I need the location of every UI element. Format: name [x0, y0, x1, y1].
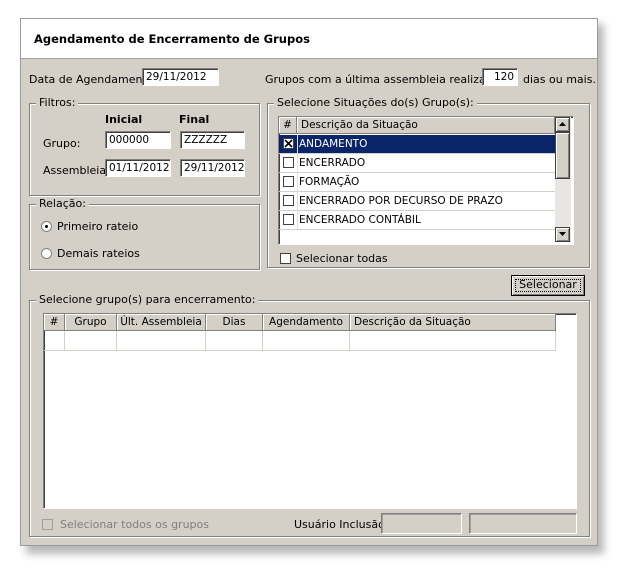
situations-grid: # Descrição da Situação ANDAMENTO ENCERR…: [278, 116, 574, 245]
relation-group: Relação: Primeiro rateio Demais rateios: [29, 197, 260, 270]
dialog-window: Agendamento de Encerramento de Grupos Da…: [20, 18, 598, 546]
situation-row[interactable]: ENCERRADO CONTÁBIL: [279, 211, 555, 230]
filters-group: Filtros: Inicial Final Grupo: 000000 ZZZ…: [29, 96, 260, 196]
situation-checkbox[interactable]: [283, 195, 294, 206]
closure-empty-row[interactable]: [44, 331, 556, 351]
closure-col-group: Grupo: [65, 314, 117, 331]
user-inclusion-date-field: [469, 513, 577, 534]
select-button-label: Selecionar: [519, 278, 577, 291]
situation-label: ENCERRADO CONTÁBIL: [299, 214, 421, 226]
closure-group: Selecione grupo(s) para encerramento: # …: [29, 293, 590, 537]
user-inclusion-field: [381, 513, 462, 534]
situations-title: Selecione Situações do(s) Grupo(s):: [274, 96, 477, 109]
check-x-icon: [284, 139, 293, 148]
assembly-final-input[interactable]: 29/11/2012: [180, 159, 245, 177]
select-all-groups-label: Selecionar todos os grupos: [60, 518, 209, 531]
scroll-thumb[interactable]: [555, 132, 570, 179]
situation-label: ENCERRADO POR DECURSO DE PRAZO: [299, 195, 503, 207]
situation-label: FORMAÇÃO: [299, 176, 360, 188]
situation-label: ENCERRADO: [299, 157, 366, 169]
situations-col-hash: #: [279, 117, 297, 134]
relation-title: Relação:: [36, 197, 89, 210]
select-all-situations-label[interactable]: Selecionar todas: [296, 252, 388, 265]
days-suffix-label: dias ou mais.: [523, 73, 596, 86]
group-filter-label: Grupo:: [43, 137, 81, 150]
situations-group: Selecione Situações do(s) Grupo(s): # De…: [267, 96, 590, 268]
scheduling-date-input[interactable]: 29/11/2012: [142, 68, 219, 86]
situations-scrollbar[interactable]: [555, 117, 571, 242]
select-all-groups-checkbox[interactable]: [42, 519, 53, 530]
select-button[interactable]: Selecionar: [511, 275, 585, 296]
scheduling-date-label: Data de Agendamento:: [29, 73, 158, 86]
title-bar: Agendamento de Encerramento de Grupos: [21, 19, 597, 59]
first-apportionment-radio[interactable]: [41, 221, 52, 232]
situation-row[interactable]: ENCERRADO: [279, 154, 555, 173]
select-all-situations-checkbox[interactable]: [280, 253, 291, 264]
grid-column-divider: [262, 331, 263, 350]
filters-final-header: Final: [179, 113, 210, 126]
closure-col-days: Dias: [206, 314, 263, 331]
closure-grid: # Grupo Últ. Assembleia Dias Agendamento…: [43, 313, 577, 509]
grid-column-divider: [205, 331, 206, 350]
group-final-input[interactable]: ZZZZZZ: [180, 131, 245, 149]
user-inclusion-label: Usuário Inclusão:: [294, 518, 389, 531]
closure-col-scheduling: Agendamento: [263, 314, 350, 331]
closure-col-hash: #: [44, 314, 65, 331]
other-apportionment-label[interactable]: Demais rateios: [57, 247, 140, 260]
arrow-up-icon: [559, 122, 566, 126]
window-title: Agendamento de Encerramento de Grupos: [34, 32, 310, 46]
grid-column-divider: [64, 331, 65, 350]
filters-initial-header: Inicial: [105, 113, 143, 126]
situation-row[interactable]: ANDAMENTO: [279, 135, 555, 154]
arrow-down-icon: [559, 232, 566, 236]
scroll-up-button[interactable]: [555, 117, 570, 132]
situations-col-desc: Descrição da Situação: [297, 117, 555, 134]
group-initial-input[interactable]: 000000: [105, 131, 171, 149]
situation-checkbox-checked[interactable]: [283, 138, 294, 149]
situation-checkbox[interactable]: [283, 214, 294, 225]
situation-checkbox[interactable]: [283, 157, 294, 168]
first-apportionment-label[interactable]: Primeiro rateio: [57, 220, 138, 233]
assembly-filter-label: Assembleia:: [43, 164, 110, 177]
grid-column-divider: [349, 331, 350, 350]
situation-row[interactable]: FORMAÇÃO: [279, 173, 555, 192]
filters-title: Filtros:: [36, 96, 79, 109]
grid-column-divider: [116, 331, 117, 350]
grid-column-divider: [555, 331, 556, 350]
closure-title: Selecione grupo(s) para encerramento:: [36, 293, 259, 306]
grid-column-divider: [297, 134, 298, 229]
other-apportionment-radio[interactable]: [41, 248, 52, 259]
situation-label: ANDAMENTO: [299, 138, 368, 150]
days-input[interactable]: 120: [482, 68, 518, 86]
groups-last-assembly-label: Grupos com a última assembleia realizada…: [265, 73, 510, 86]
scroll-down-button[interactable]: [555, 227, 570, 242]
situation-checkbox[interactable]: [283, 176, 294, 187]
closure-col-description: Descrição da Situação: [350, 314, 556, 331]
situation-row[interactable]: ENCERRADO POR DECURSO DE PRAZO: [279, 192, 555, 211]
assembly-initial-input[interactable]: 01/11/2012: [105, 159, 171, 177]
closure-col-last-assembly: Últ. Assembleia: [117, 314, 206, 331]
